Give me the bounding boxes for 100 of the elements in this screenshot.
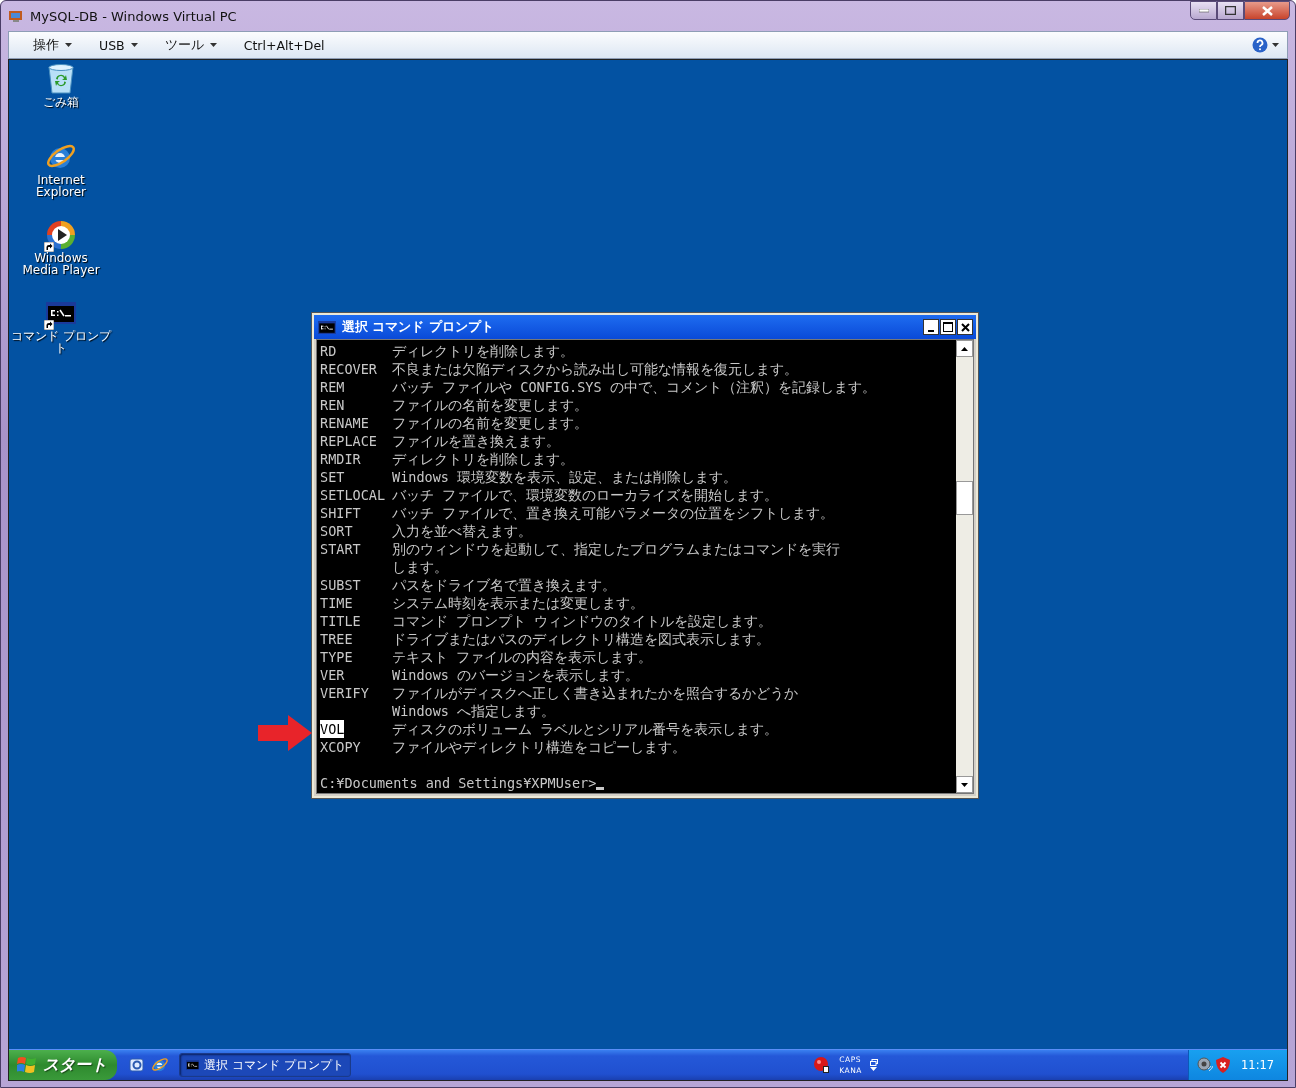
menu-item[interactable]: USB (99, 37, 151, 53)
command-description: パスをドライブ名で置き換えます。 (392, 576, 616, 594)
command-name: RECOVER (320, 360, 377, 378)
command-description: ドライブまたはパスのディレクトリ構造を図式表示します。 (392, 630, 770, 648)
console-icon (318, 320, 336, 334)
help-icon[interactable] (1252, 37, 1268, 53)
clock: 11:17 (1241, 1058, 1275, 1072)
command-description: ファイルがディスクへ正しく書き込まれたかを照合するかどうか (392, 684, 798, 702)
command-description: テキスト ファイルの内容を表示します。 (392, 648, 653, 666)
caret-icon[interactable] (870, 1067, 877, 1071)
command-name: RENAME (320, 414, 369, 432)
maximize-icon (1225, 6, 1236, 15)
recycle-bin-icon (46, 63, 76, 95)
arrow-icon (258, 715, 312, 751)
minimize-button[interactable] (923, 319, 939, 335)
icon-label[interactable]: Windows (34, 252, 88, 264)
windows-flag-icon (17, 1056, 37, 1074)
command-name: TITLE (320, 612, 361, 630)
command-name: REM (320, 378, 345, 396)
taskbar-button[interactable]: 選択 コマンド プロンプト (179, 1053, 351, 1077)
icon-label[interactable]: コマンド プロンプ (11, 330, 111, 342)
command-name: XCOPY (320, 738, 361, 756)
command-name: TIME (320, 594, 353, 612)
minimize-icon (928, 330, 934, 332)
console-icon (46, 301, 76, 325)
command-description: Windows のバージョンを表示します。 (392, 666, 640, 684)
command-description: します。 (392, 558, 448, 576)
command-description: Windows へ指定します。 (392, 702, 556, 720)
caret-icon (65, 43, 72, 47)
caret-icon[interactable] (1272, 43, 1279, 47)
command-description: ファイルの名前を変更します。 (392, 396, 588, 414)
scroll-thumb[interactable] (956, 481, 973, 515)
command-description: ファイルを置き換えます。 (392, 432, 560, 450)
close-icon (1261, 5, 1273, 16)
command-description: ファイルやディレクトリ構造をコピーします。 (392, 738, 686, 756)
down-arrow-icon (961, 782, 968, 787)
command-name: VOL (320, 720, 345, 738)
scrollbar[interactable] (956, 340, 973, 793)
console-icon (186, 1059, 200, 1071)
restore-icon[interactable] (870, 1059, 878, 1066)
minimize-button[interactable] (1190, 1, 1217, 20)
command-name: SUBST (320, 576, 361, 594)
maximize-button[interactable] (940, 319, 956, 335)
desktop-icon[interactable] (129, 1057, 145, 1073)
command-description: システム時刻を表示または変更します。 (392, 594, 644, 612)
command-description: ディスクのボリューム ラベルとシリアル番号を表示します。 (392, 720, 779, 738)
scroll-down-button[interactable] (956, 776, 973, 793)
up-arrow-icon (961, 346, 968, 351)
media-player-icon (45, 219, 77, 251)
start-button[interactable]: スタート (9, 1050, 117, 1080)
close-icon (960, 322, 970, 332)
window-title: MySQL-DB - Windows Virtual PC (30, 8, 237, 24)
command-description: バッチ ファイルで、置き換え可能パラメータの位置をシフトします。 (392, 504, 835, 522)
icon-label[interactable]: ト (55, 342, 67, 354)
maximize-button[interactable] (1217, 1, 1244, 20)
command-name: SHIFT (320, 504, 361, 522)
command-description: 入力を並べ替えます。 (392, 522, 532, 540)
icon-label[interactable]: Internet (37, 174, 85, 186)
command-name: TYPE (320, 648, 353, 666)
command-name: REPLACE (320, 432, 377, 450)
command-name: VERIFY (320, 684, 369, 702)
text-cursor (596, 787, 605, 790)
icon-label[interactable]: ごみ箱 (43, 96, 79, 108)
virtual-pc-icon (8, 8, 24, 24)
command-name: RMDIR (320, 450, 361, 468)
window-title: 選択 コマンド プロンプト (342, 318, 494, 336)
command-description: 別のウィンドウを起動して、指定したプログラムまたはコマンドを実行 (392, 540, 840, 558)
command-name: RD (320, 342, 337, 360)
command-description: バッチ ファイルで、環境変数のローカライズを開始します。 (392, 486, 779, 504)
command-description: Windows 環境変数を表示、設定、または削除します。 (392, 468, 738, 486)
command-description: 不良または欠陥ディスクから読み出し可能な情報を復元します。 (392, 360, 798, 378)
caret-icon (209, 43, 217, 47)
command-prompt: C:¥Documents and Settings¥XPMUser> (320, 774, 597, 792)
scroll-up-button[interactable] (956, 340, 973, 357)
icon-label[interactable]: Media Player (22, 264, 100, 276)
command-description: ファイルの名前を変更します。 (392, 414, 588, 432)
command-description: ディレクトリを削除します。 (392, 450, 574, 468)
command-name: SORT (320, 522, 353, 540)
command-name: SET (320, 468, 345, 486)
speaker-icon[interactable] (1197, 1057, 1213, 1073)
ime-icon[interactable] (813, 1056, 832, 1074)
command-description: バッチ ファイルや CONFIG.SYS の中で、コメント（注釈）を記録します。 (392, 378, 876, 396)
menu-item[interactable]: 操作 (33, 36, 85, 54)
menu-item[interactable]: Ctrl+Alt+Del (243, 37, 338, 53)
command-name: REN (320, 396, 345, 414)
menu-item[interactable]: ツール (164, 36, 230, 54)
icon-label[interactable]: Explorer (36, 186, 86, 198)
command-name: TREE (320, 630, 353, 648)
browser-launch-icon[interactable] (151, 1056, 169, 1074)
maximize-icon (943, 322, 953, 332)
command-description: コマンド プロンプト ウィンドウのタイトルを設定します。 (392, 612, 773, 630)
security-shield-icon[interactable] (1216, 1057, 1230, 1073)
command-name: START (320, 540, 361, 558)
close-button[interactable] (1244, 1, 1290, 20)
command-description: ディレクトリを削除します。 (392, 342, 574, 360)
caret-icon (130, 43, 138, 47)
command-name: VER (320, 666, 345, 684)
close-button[interactable] (957, 319, 973, 335)
minimize-icon (1198, 8, 1209, 13)
command-name: SETLOCAL (320, 486, 386, 504)
